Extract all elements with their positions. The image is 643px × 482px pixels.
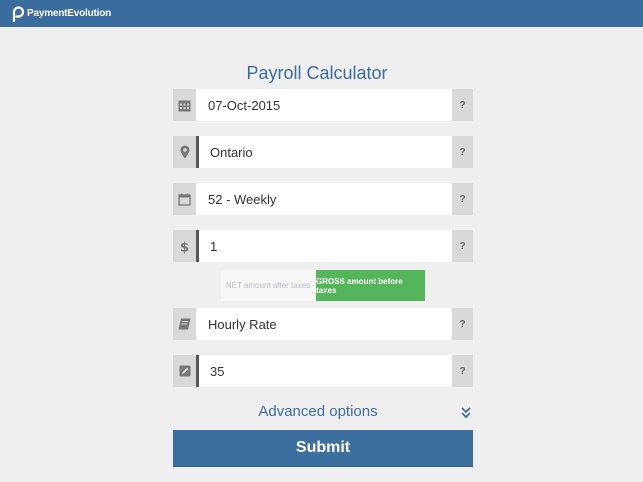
map-marker-icon bbox=[173, 136, 196, 168]
amount-input[interactable]: 1 bbox=[196, 230, 452, 262]
calendar-icon bbox=[173, 89, 196, 121]
date-field[interactable]: 07-Oct-2015 bbox=[196, 89, 452, 121]
double-chevron-down-icon[interactable] bbox=[459, 403, 473, 421]
logo-icon bbox=[10, 5, 24, 22]
book-icon bbox=[173, 308, 196, 340]
hours-input[interactable]: 35 bbox=[196, 355, 452, 387]
province-select[interactable]: Ontario bbox=[196, 136, 452, 168]
advanced-options-toggle[interactable]: Advanced options bbox=[173, 403, 473, 423]
submit-button[interactable]: Submit bbox=[173, 430, 473, 466]
amount-help-button[interactable]: ? bbox=[452, 230, 473, 262]
province-row: Ontario ? bbox=[173, 136, 473, 168]
pay-type-row: Hourly Rate ? bbox=[173, 308, 473, 340]
pay-frequency-select[interactable]: 52 - Weekly bbox=[196, 183, 452, 215]
pay-frequency-row: 52 - Weekly ? bbox=[173, 183, 473, 215]
date-row: 07-Oct-2015 ? bbox=[173, 89, 473, 121]
pay-type-select[interactable]: Hourly Rate bbox=[196, 308, 452, 340]
gross-amount-toggle[interactable]: GROSS amount before taxes bbox=[316, 270, 425, 301]
top-bar: PaymentEvolution bbox=[0, 0, 643, 27]
net-amount-toggle[interactable]: NET amount after taxes bbox=[221, 270, 315, 301]
amount-row: $ 1 ? bbox=[173, 230, 473, 262]
svg-text:$: $ bbox=[180, 240, 189, 254]
pay-frequency-help-button[interactable]: ? bbox=[452, 183, 473, 215]
calendar-outline-icon bbox=[173, 183, 196, 215]
date-help-button[interactable]: ? bbox=[452, 89, 473, 121]
dollar-icon: $ bbox=[173, 230, 196, 262]
hours-row: 35 ? bbox=[173, 355, 473, 387]
advanced-options-label: Advanced options bbox=[258, 403, 378, 420]
province-help-button[interactable]: ? bbox=[452, 136, 473, 168]
page-title: Payroll Calculator bbox=[246, 63, 388, 83]
pencil-square-icon bbox=[173, 355, 196, 387]
hours-help-button[interactable]: ? bbox=[452, 355, 473, 387]
brand-name: PaymentEvolution bbox=[27, 8, 112, 19]
pay-type-help-button[interactable]: ? bbox=[452, 308, 473, 340]
